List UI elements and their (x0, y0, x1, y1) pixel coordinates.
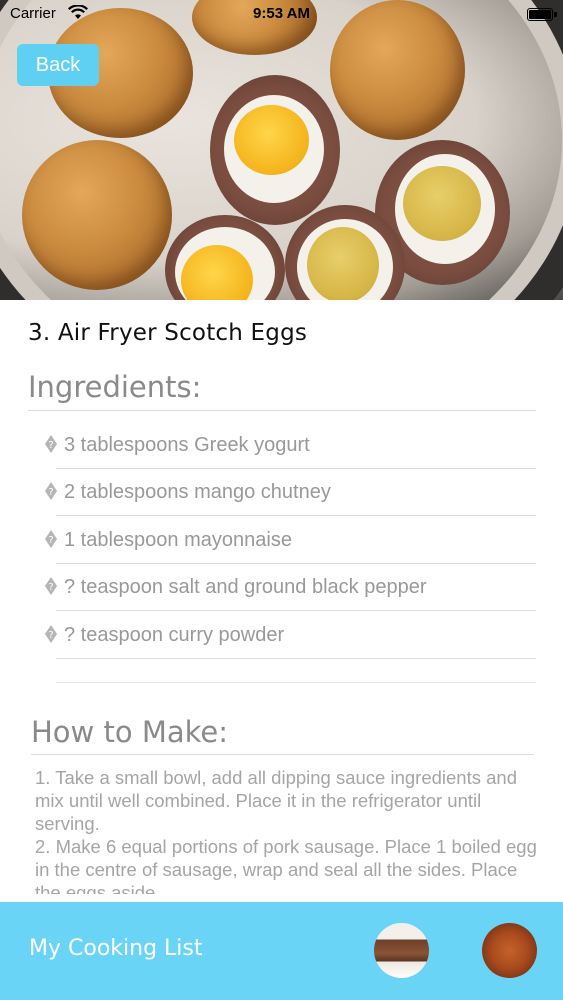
scotch-egg-whole (22, 140, 172, 290)
ingredients-list[interactable]: ? 3 tablespoons Greek yogurt ? 2 tablesp… (0, 422, 563, 684)
ingredient-text: 1 tablespoon mayonnaise (64, 529, 292, 551)
svg-text:?: ? (48, 487, 53, 498)
how-to-make-heading: How to Make: (31, 715, 228, 749)
svg-text:?: ? (48, 535, 53, 546)
clock: 9:53 AM (253, 5, 310, 22)
ingredient-text: 2 tablespoons mango chutney (64, 481, 331, 503)
list-item: ? 1 tablespoon mayonnaise (0, 517, 563, 564)
cooking-list-bar[interactable]: My Cooking List (0, 902, 563, 1000)
divider (28, 410, 536, 411)
divider (31, 754, 534, 755)
svg-text:?: ? (48, 582, 53, 593)
replacement-char-icon: ? (45, 530, 57, 548)
ingredients-heading: Ingredients: (28, 370, 202, 404)
divider (56, 682, 536, 683)
ingredient-text: ? teaspoon salt and ground black pepper (64, 576, 427, 598)
instructions-text[interactable]: 1. Take a small bowl, add all dipping sa… (35, 766, 540, 894)
replacement-char-icon: ? (45, 625, 57, 643)
list-item: ? 2 tablespoons mango chutney (0, 469, 563, 516)
ingredient-text: ? teaspoon curry powder (64, 624, 285, 646)
replacement-char-icon: ? (45, 482, 57, 500)
meatloaf-thumbnail[interactable] (374, 923, 429, 978)
cooking-list-title: My Cooking List (29, 936, 203, 961)
scotch-egg-half (210, 75, 340, 225)
replacement-char-icon: ? (45, 435, 57, 453)
list-item: ? ? teaspoon curry powder (0, 612, 563, 659)
ingredient-text: 3 tablespoons Greek yogurt (64, 434, 310, 456)
recipe-title: 3. Air Fryer Scotch Eggs (28, 320, 308, 346)
svg-text:?: ? (48, 440, 53, 451)
svg-text:?: ? (48, 630, 53, 641)
replacement-char-icon: ? (45, 577, 57, 595)
list-item: ? ? teaspoon salt and ground black peppe… (0, 564, 563, 611)
roast-thumbnail[interactable] (482, 923, 537, 978)
status-bar: Carrier 9:53 AM (0, 0, 563, 30)
list-item: ? 3 tablespoons Greek yogurt (0, 422, 563, 469)
battery-full-icon (527, 8, 557, 21)
back-button[interactable]: Back (17, 44, 99, 86)
